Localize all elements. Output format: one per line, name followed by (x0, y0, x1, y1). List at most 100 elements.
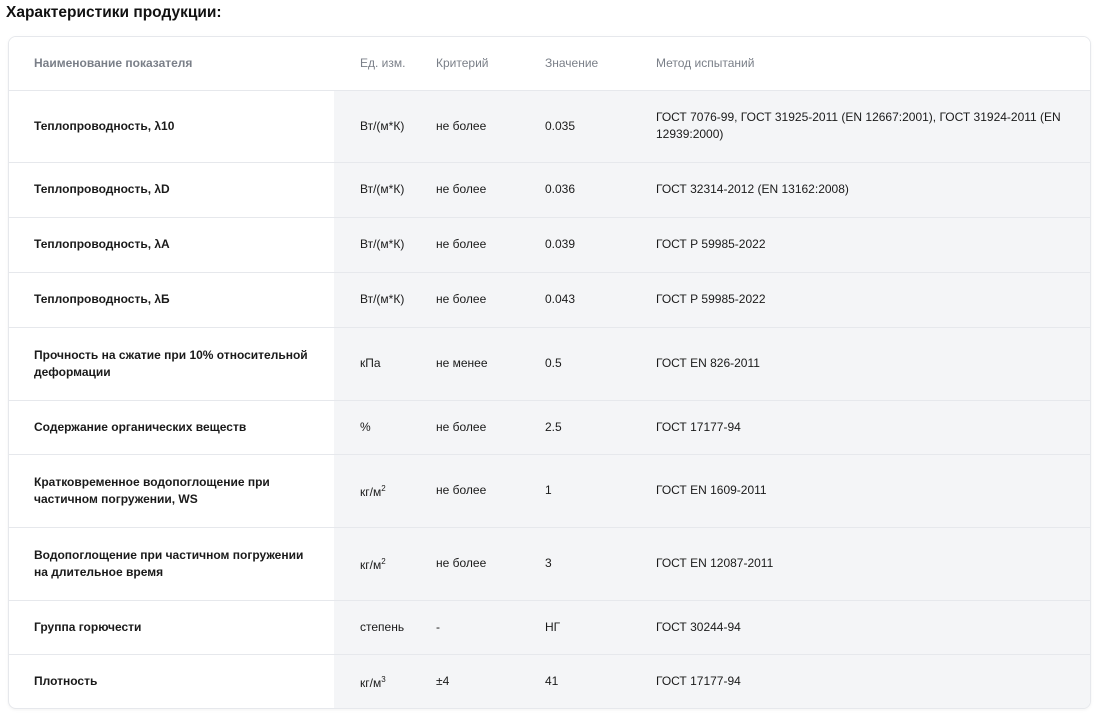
cell-name: Теплопроводность, λA (9, 217, 334, 272)
cell-method-text: ГОСТ 30244-94 (656, 620, 741, 634)
cell-criterion-text: - (436, 620, 440, 634)
unit-superscript: 3 (381, 675, 385, 684)
header-method: Метод испытаний (656, 37, 1090, 90)
section-title: Характеристики продукции: (6, 4, 222, 22)
cell-value: 3 (545, 527, 656, 600)
cell-name-text: Теплопроводность, λБ (34, 292, 170, 306)
cell-unit-text: Вт/(м*К) (360, 237, 404, 251)
cell-name-text: Водопоглощение при частичном погружении … (34, 548, 303, 579)
cell-criterion-text: не более (436, 420, 486, 434)
cell-method-text: ГОСТ EN 826-2011 (656, 356, 760, 370)
cell-criterion-text: не более (436, 483, 486, 497)
specs-table-card: Наименование показателя Ед. изм. Критери… (8, 36, 1091, 709)
cell-method: ГОСТ 17177-94 (656, 400, 1090, 454)
table-row: Кратковременное водопоглощение при части… (9, 454, 1090, 527)
cell-criterion: - (436, 600, 545, 654)
cell-name: Теплопроводность, λ10 (9, 90, 334, 162)
cell-name: Прочность на сжатие при 10% относительно… (9, 327, 334, 400)
cell-value-text: 0.039 (545, 237, 575, 251)
table-row: Теплопроводность, λБ Вт/(м*К) не более 0.04… (9, 272, 1090, 327)
unit-superscript: 2 (381, 484, 385, 493)
cell-method: ГОСТ EN 826-2011 (656, 327, 1090, 400)
specs-table: Наименование показателя Ед. изм. Критери… (9, 37, 1090, 708)
cell-unit-text: % (360, 420, 371, 434)
cell-criterion: не более (436, 400, 545, 454)
cell-method-text: ГОСТ Р 59985-2022 (656, 237, 766, 251)
table-row: Содержание органических веществ% не более… (9, 400, 1090, 454)
cell-unit: кг/м2 (334, 454, 436, 527)
cell-value: 1 (545, 454, 656, 527)
header-criterion: Критерий (436, 37, 545, 90)
cell-unit: Вт/(м*К) (334, 217, 436, 272)
cell-criterion: не более (436, 162, 545, 217)
cell-criterion: не более (436, 272, 545, 327)
cell-method-text: ГОСТ 17177-94 (656, 420, 741, 434)
cell-value-text: НГ (545, 620, 560, 634)
cell-criterion-text: не более (436, 556, 486, 570)
cell-unit-text: кг/м (360, 676, 381, 690)
cell-unit-text: кПа (360, 356, 381, 370)
table-row: Теплопроводность, λ10 Вт/(м*К)не более 0.0… (9, 90, 1090, 162)
table-row: Водопоглощение при частичном погружении … (9, 527, 1090, 600)
cell-method-text: ГОСТ EN 12087-2011 (656, 556, 773, 570)
table-row: Группа горючести степень - НГ ГОСТ 30244-94 (9, 600, 1090, 654)
cell-value: 0.5 (545, 327, 656, 400)
cell-criterion-text: не более (436, 182, 486, 196)
cell-unit-text: Вт/(м*К) (360, 292, 404, 306)
cell-name: Теплопроводность, λD (9, 162, 334, 217)
table-header: Наименование показателя Ед. изм. Критери… (9, 37, 1090, 90)
header-value: Значение (545, 37, 656, 90)
cell-unit: Вт/(м*К) (334, 162, 436, 217)
cell-unit-text: Вт/(м*К) (360, 182, 404, 196)
cell-unit: степень (334, 600, 436, 654)
cell-name-text: Плотность (34, 674, 97, 688)
cell-method-text: ГОСТ 32314-2012 (EN 13162:2008) (656, 182, 849, 196)
cell-value-text: 2.5 (545, 420, 562, 434)
cell-name-text: Содержание органических веществ (34, 420, 246, 434)
cell-value-text: 3 (545, 556, 552, 570)
cell-value-text: 41 (545, 674, 558, 688)
cell-name: Кратковременное водопоглощение при части… (9, 454, 334, 527)
cell-criterion-text: не менее (436, 356, 488, 370)
cell-name-text: Теплопроводность, λD (34, 182, 170, 196)
cell-name-text: Кратковременное водопоглощение при части… (34, 475, 270, 506)
cell-method: ГОСТ 32314-2012 (EN 13162:2008) (656, 162, 1090, 217)
cell-method-text: ГОСТ 7076-99, ГОСТ 31925-2011 (EN 12667:… (656, 110, 1061, 141)
cell-criterion: не более (436, 527, 545, 600)
cell-name: Теплопроводность, λБ (9, 272, 334, 327)
cell-unit: кг/м3 (334, 654, 436, 708)
cell-unit: кг/м2 (334, 527, 436, 600)
cell-unit-text: степень (360, 620, 404, 634)
cell-value-text: 0.043 (545, 292, 575, 306)
cell-method: ГОСТ Р 59985-2022 (656, 217, 1090, 272)
cell-value: 0.039 (545, 217, 656, 272)
cell-value-text: 1 (545, 483, 552, 497)
cell-unit: Вт/(м*К) (334, 90, 436, 162)
cell-criterion-text: ±4 (436, 674, 449, 688)
cell-name-text: Теплопроводность, λ10 (34, 119, 174, 133)
cell-criterion-text: не более (436, 119, 486, 133)
cell-name: Группа горючести (9, 600, 334, 654)
cell-value: 0.036 (545, 162, 656, 217)
cell-value-text: 0.035 (545, 119, 575, 133)
table-row: Прочность на сжатие при 10% относительно… (9, 327, 1090, 400)
cell-name-text: Группа горючести (34, 620, 141, 634)
cell-criterion-text: не более (436, 292, 486, 306)
cell-criterion: не более (436, 454, 545, 527)
table-row: Плотностькг/м3±441ГОСТ 17177-94 (9, 654, 1090, 708)
table-row: Теплопроводность, λD Вт/(м*К) не более 0.03… (9, 162, 1090, 217)
cell-criterion-text: не более (436, 237, 486, 251)
cell-method-text: ГОСТ EN 1609-2011 (656, 483, 767, 497)
cell-value-text: 0.5 (545, 356, 562, 370)
cell-name: Плотность (9, 654, 334, 708)
cell-method: ГОСТ 7076-99, ГОСТ 31925-2011 (EN 12667:… (656, 90, 1090, 162)
cell-value: 0.035 (545, 90, 656, 162)
table-row: Теплопроводность, λA Вт/(м*К) не более 0.03… (9, 217, 1090, 272)
cell-name: Содержание органических веществ (9, 400, 334, 454)
cell-method: ГОСТ EN 1609-2011 (656, 454, 1090, 527)
cell-value-text: 0.036 (545, 182, 575, 196)
cell-unit-text: кг/м (360, 485, 381, 499)
cell-value: 0.043 (545, 272, 656, 327)
cell-method: ГОСТ Р 59985-2022 (656, 272, 1090, 327)
cell-criterion: не более (436, 90, 545, 162)
